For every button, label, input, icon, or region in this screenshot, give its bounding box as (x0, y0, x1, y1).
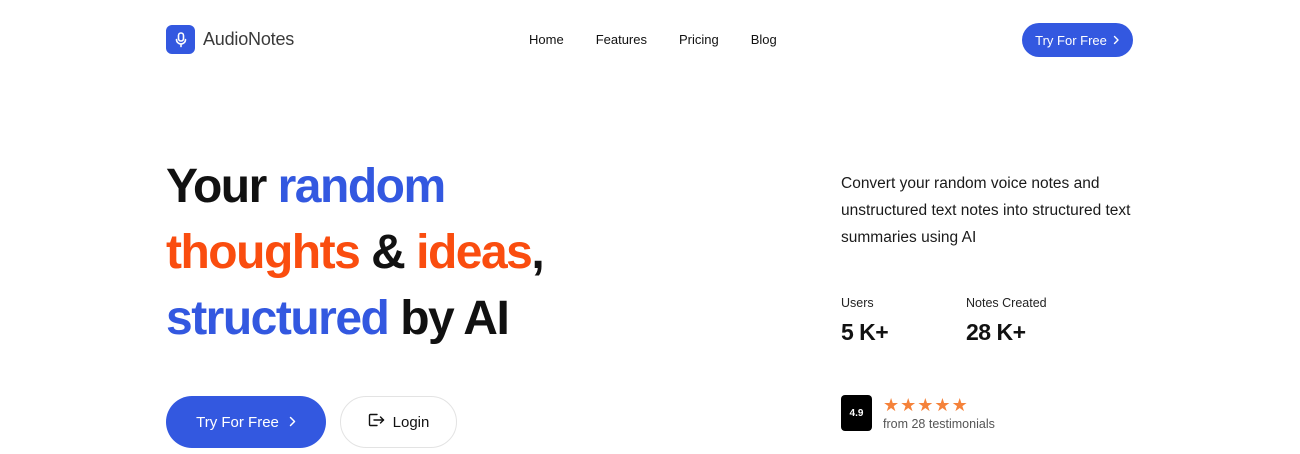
nav-item-pricing[interactable]: Pricing (679, 32, 719, 47)
headline-word: & (371, 226, 406, 279)
login-button[interactable]: Login (340, 396, 457, 448)
headline-word: Your (166, 160, 267, 213)
headline-line-2: thoughts & ideas, (166, 220, 545, 286)
brand[interactable]: AudioNotes (166, 25, 294, 54)
star-icon: ★ (883, 394, 900, 415)
stat-value: 28 K+ (966, 319, 1026, 345)
star-icon: ★ (951, 394, 968, 415)
headline-line-1: Your random (166, 154, 543, 220)
rating-text: from 28 testimonials (883, 416, 995, 431)
headline-highlight: random (277, 160, 447, 213)
hero-description: Convert your random voice notes and unst… (841, 175, 1131, 246)
headline-line-3: structured by AI (166, 286, 543, 352)
hero-actions: Try For Free Login (166, 396, 457, 448)
stats: Users 5 K+ Notes Created 28 K+ (841, 296, 1091, 346)
header-try-for-free-button[interactable]: Try For Free (1022, 23, 1133, 57)
stat-label: Notes Created (966, 296, 1047, 310)
headline-comma: , (531, 226, 544, 279)
hero-headline: Your random thoughts & ideas, structured… (166, 154, 545, 352)
login-icon (368, 413, 385, 431)
stat-value: 5 K+ (841, 319, 889, 345)
headline-highlight: thoughts (166, 226, 361, 279)
stat-users: Users 5 K+ (841, 296, 966, 346)
try-for-free-label: Try For Free (196, 413, 279, 431)
header-cta-label: Try For Free (1035, 32, 1107, 48)
chevron-right-icon (1113, 33, 1120, 48)
headline-highlight: structured (166, 292, 390, 345)
main-nav: Home Features Pricing Blog (529, 32, 777, 47)
headline-highlight: ideas (416, 226, 533, 279)
rating-stars: ★ ★ ★ ★ ★ (883, 396, 995, 414)
nav-item-blog[interactable]: Blog (751, 32, 777, 47)
star-icon: ★ (900, 394, 917, 415)
try-for-free-button[interactable]: Try For Free (166, 396, 326, 448)
site-header: AudioNotes Home Features Pricing Blog Tr… (0, 0, 1300, 80)
microphone-icon (166, 25, 195, 54)
login-label: Login (392, 413, 430, 431)
headline-word: by AI (400, 292, 510, 345)
nav-item-home[interactable]: Home (529, 32, 564, 47)
chevron-right-icon (289, 414, 296, 431)
rating: 4.9 ★ ★ ★ ★ ★ from 28 testimonials (841, 395, 995, 431)
star-icon: ★ (917, 394, 934, 415)
stat-label: Users (841, 296, 874, 310)
stat-notes-created: Notes Created 28 K+ (966, 296, 1091, 346)
rating-score-badge: 4.9 (841, 395, 872, 431)
nav-item-features[interactable]: Features (596, 32, 647, 47)
star-icon: ★ (934, 394, 951, 415)
rating-info: ★ ★ ★ ★ ★ from 28 testimonials (883, 396, 995, 431)
brand-name: AudioNotes (203, 29, 295, 49)
